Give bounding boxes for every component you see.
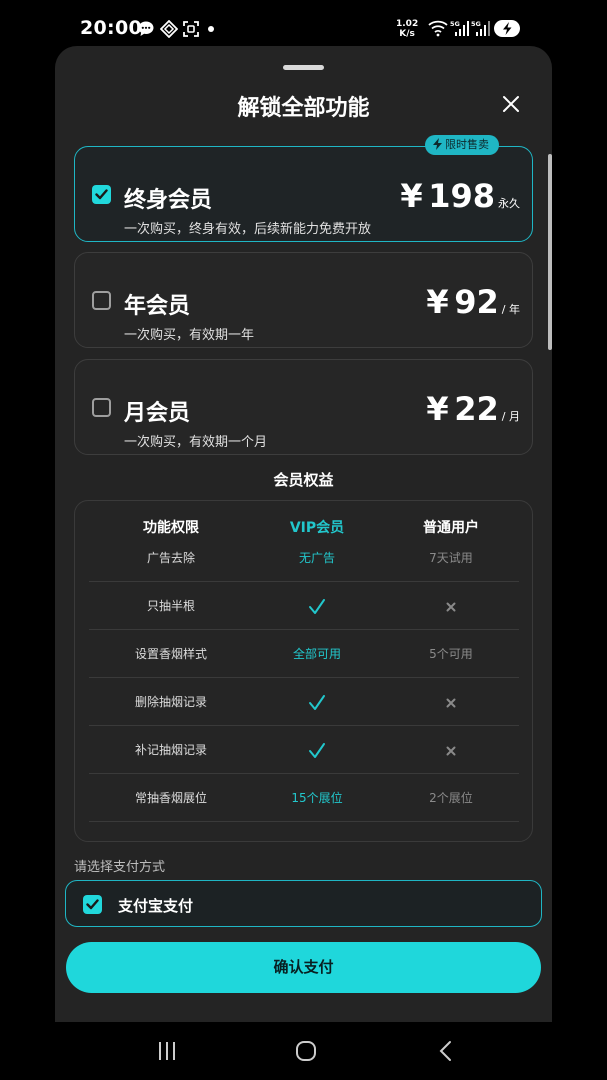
close-icon xyxy=(503,96,519,112)
close-button[interactable] xyxy=(499,92,523,116)
network-speed: 1.02 K/s xyxy=(396,19,418,39)
normal-cell xyxy=(381,726,521,774)
speed-unit: K/s xyxy=(399,29,415,39)
sheet-title: 解锁全部功能 xyxy=(237,96,370,121)
status-time: 20:00 xyxy=(80,17,142,39)
confirm-pay-button[interactable]: 确认支付 xyxy=(66,942,541,993)
plan-description: 一次购买，有效期一个月 xyxy=(124,435,268,450)
signal-5g-icon: 5G xyxy=(450,19,470,41)
cross-icon xyxy=(446,602,456,611)
vip-cell xyxy=(247,678,387,726)
battery-charging-icon xyxy=(493,19,522,42)
price-unit: / 月 xyxy=(501,410,520,423)
home-button[interactable] xyxy=(294,1039,318,1063)
table-row: 只抽半根 xyxy=(89,582,519,630)
normal-cell xyxy=(381,582,521,630)
vip-cell xyxy=(247,726,387,774)
price-currency: ¥ xyxy=(426,390,449,428)
plan-checkbox[interactable] xyxy=(92,398,111,417)
plan-checkbox-checked[interactable] xyxy=(92,185,111,204)
scrollbar[interactable] xyxy=(548,154,552,350)
unlock-sheet: 解锁全部功能 终身会员 一次购买，终身有效，后续新能力免费开放 ¥ 198 永久 … xyxy=(55,46,552,1022)
wifi-icon xyxy=(428,19,448,41)
payment-checkbox-checked[interactable] xyxy=(83,895,102,914)
signal-5g-icon: 5G xyxy=(471,19,491,41)
feature-cell: 广告去除 xyxy=(146,551,195,565)
drag-handle[interactable] xyxy=(283,65,324,70)
recent-apps-icon xyxy=(159,1042,175,1060)
check-icon xyxy=(309,742,325,758)
vip-cell: 15个展位 xyxy=(291,791,343,805)
feature-cell: 设置香烟样式 xyxy=(134,647,207,661)
price-amount: 198 xyxy=(428,177,495,215)
benefits-table: 功能权限 VIP会员 普通用户 广告去除 无广告 7天试用 只抽半根 设置香烟样… xyxy=(74,500,533,842)
badge-label: 限时售卖 xyxy=(445,138,489,151)
price-currency: ¥ xyxy=(426,283,449,321)
notification-dot xyxy=(208,26,214,32)
plan-yearly[interactable]: 年会员 一次购买，有效期一年 ¥ 92/ 年 xyxy=(74,252,533,348)
plan-monthly[interactable]: 月会员 一次购买，有效期一个月 ¥ 22/ 月 xyxy=(74,359,533,455)
recent-apps-button[interactable] xyxy=(155,1039,179,1063)
benefits-title: 会员权益 xyxy=(273,471,334,489)
table-row: 删除抽烟记录 xyxy=(89,678,519,726)
back-icon xyxy=(439,1041,451,1061)
plan-price: ¥ 198 永久 xyxy=(400,177,520,215)
check-icon xyxy=(309,598,325,614)
table-row: 设置香烟样式 全部可用 5个可用 xyxy=(89,630,519,678)
cross-icon xyxy=(446,698,456,707)
plan-checkbox[interactable] xyxy=(92,291,111,310)
price-currency: ¥ xyxy=(400,177,423,215)
feature-cell: 只抽半根 xyxy=(146,599,195,613)
payment-method-label: 请选择支付方式 xyxy=(74,860,166,875)
home-icon xyxy=(296,1041,316,1061)
table-row: 常抽香烟展位 15个展位 2个展位 xyxy=(89,774,519,822)
lightning-icon xyxy=(433,138,442,150)
navigation-bar xyxy=(0,1022,607,1080)
plan-name: 终身会员 xyxy=(124,188,213,213)
normal-cell: 7天试用 xyxy=(429,551,473,565)
plan-name: 年会员 xyxy=(124,294,191,319)
plan-price: ¥ 22/ 月 xyxy=(426,390,520,428)
feature-cell: 补记抽烟记录 xyxy=(134,743,207,757)
payment-method-name: 支付宝支付 xyxy=(118,897,194,915)
vip-cell: 无广告 xyxy=(298,551,335,565)
chat-icon xyxy=(137,20,155,38)
table-row: 广告去除 无广告 7天试用 xyxy=(89,534,519,582)
speed-value: 1.02 xyxy=(396,19,419,29)
check-icon xyxy=(86,899,99,910)
check-icon xyxy=(309,694,325,710)
plan-name: 月会员 xyxy=(124,401,191,426)
svg-text:5G: 5G xyxy=(471,20,481,28)
check-icon xyxy=(95,189,108,200)
table-row: 补记抽烟记录 xyxy=(89,726,519,774)
plan-description: 一次购买，终身有效，后续新能力免费开放 xyxy=(124,222,372,237)
price-amount: 92 xyxy=(454,283,499,321)
plan-price: ¥ 92/ 年 xyxy=(426,283,520,321)
vip-cell: 全部可用 xyxy=(292,647,341,661)
normal-cell: 5个可用 xyxy=(429,647,473,661)
screenshot-icon xyxy=(182,20,200,38)
feature-cell: 删除抽烟记录 xyxy=(134,695,207,709)
price-amount: 22 xyxy=(454,390,499,428)
normal-cell xyxy=(381,678,521,726)
vip-cell xyxy=(247,582,387,630)
plan-description: 一次购买，有效期一年 xyxy=(124,328,255,343)
limited-sale-badge: 限时售卖 xyxy=(425,135,499,155)
vpn-icon xyxy=(159,19,179,39)
plan-lifetime[interactable]: 终身会员 一次购买，终身有效，后续新能力免费开放 ¥ 198 永久 xyxy=(74,146,533,242)
cross-icon xyxy=(446,746,456,755)
price-unit: 永久 xyxy=(498,197,520,210)
back-button[interactable] xyxy=(434,1039,458,1063)
alipay-option[interactable]: 支付宝支付 xyxy=(65,880,542,927)
price-unit: / 年 xyxy=(501,303,520,316)
normal-cell: 2个展位 xyxy=(429,791,473,805)
feature-cell: 常抽香烟展位 xyxy=(134,791,207,805)
svg-text:5G: 5G xyxy=(450,20,460,28)
